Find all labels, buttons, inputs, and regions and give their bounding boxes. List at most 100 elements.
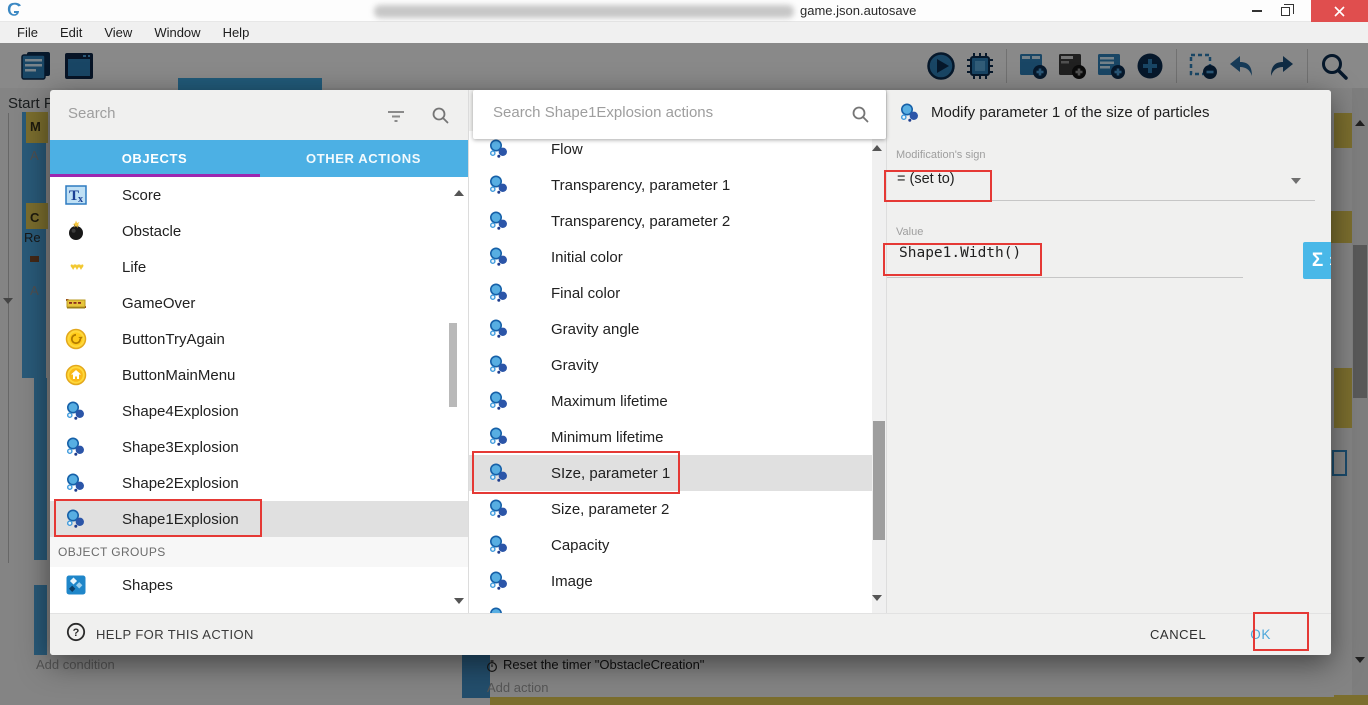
action-item-capacity[interactable]: Capacity: [469, 527, 872, 563]
action-item-transparency-parameter-1[interactable]: Transparency, parameter 1: [469, 167, 872, 203]
value-input[interactable]: Shape1.Width(): [899, 245, 1021, 261]
hearts-icon: ♥♥♥: [62, 262, 90, 273]
particles-icon: [485, 534, 513, 556]
action-item-gravity-angle[interactable]: Gravity angle: [469, 311, 872, 347]
particles-icon: [485, 246, 513, 268]
list-scroll-up-icon[interactable]: [454, 190, 464, 196]
gdevelop-logo-icon: [6, 1, 26, 21]
particles-icon: [485, 318, 513, 340]
tab-other-actions[interactable]: OTHER ACTIONS: [259, 140, 468, 177]
dialog-footer: ? HELP FOR THIS ACTION CANCEL OK: [50, 613, 1331, 655]
actions-scrollbar[interactable]: [872, 139, 886, 613]
menu-file[interactable]: File: [6, 22, 49, 43]
action-item-minimum-lifetime[interactable]: Minimum lifetime: [469, 419, 872, 455]
object-item-life[interactable]: ♥♥♥Life: [50, 249, 468, 285]
object-item-shape4explosion[interactable]: Shape4Explosion: [50, 393, 468, 429]
particles-icon: [485, 606, 513, 613]
list-scroll-down-icon[interactable]: [454, 598, 464, 604]
expression-editor-button[interactable]: Σ 123: [1303, 242, 1331, 279]
close-button[interactable]: [1311, 0, 1368, 22]
list-item-label: Shapes: [122, 577, 173, 594]
menu-view[interactable]: View: [93, 22, 143, 43]
search-icon: [430, 105, 450, 130]
svg-text:?: ?: [73, 627, 80, 639]
object-item-score[interactable]: TxScore: [50, 177, 468, 213]
object-item-shape2explosion[interactable]: Shape2Explosion: [50, 465, 468, 501]
action-item-partial[interactable]: [469, 599, 872, 613]
list-item-label: Maximum lifetime: [551, 393, 668, 410]
object-item-obstacle[interactable]: Obstacle: [50, 213, 468, 249]
menu-bar: FileEditViewWindowHelp: [0, 22, 1368, 43]
actions-panel: Flow Transparency, parameter 1 Transparenc…: [468, 90, 886, 613]
particles-icon: [485, 462, 513, 484]
particles-icon: [485, 210, 513, 232]
action-item-size-parameter-1[interactable]: SIze, parameter 1: [469, 455, 872, 491]
list-item-label: Score: [122, 187, 161, 204]
action-parameters-panel: Modify parameter 1 of the size of partic…: [886, 90, 1331, 613]
list-item-label: SIze, parameter 1: [551, 465, 670, 482]
list-scroll-down-icon[interactable]: [872, 595, 882, 601]
particles-icon: [485, 426, 513, 448]
action-editor-dialog: OBJECTS OTHER ACTIONS TxScoreObstacle♥♥♥…: [50, 90, 1331, 655]
action-item-size-parameter-2[interactable]: Size, parameter 2: [469, 491, 872, 527]
particles-icon: [485, 282, 513, 304]
particles-icon: [485, 390, 513, 412]
menu-edit[interactable]: Edit: [49, 22, 93, 43]
action-item-gravity[interactable]: Gravity: [469, 347, 872, 383]
particles-icon: [899, 102, 921, 129]
particles-icon: [62, 472, 90, 494]
help-link[interactable]: ? HELP FOR THIS ACTION: [66, 622, 254, 647]
menu-help[interactable]: Help: [212, 22, 261, 43]
objects-scrollbar-thumb[interactable]: [449, 323, 457, 407]
object-item-shape3explosion[interactable]: Shape3Explosion: [50, 429, 468, 465]
action-item-maximum-lifetime[interactable]: Maximum lifetime: [469, 383, 872, 419]
particles-icon: [62, 508, 90, 530]
particles-icon: [62, 400, 90, 422]
button-refresh-icon: [62, 328, 90, 350]
list-item-label: Obstacle: [122, 223, 181, 240]
particles-icon: [485, 174, 513, 196]
object-item-buttontryagain[interactable]: ButtonTryAgain: [50, 321, 468, 357]
actions-scrollbar-thumb[interactable]: [873, 421, 885, 540]
objects-search-input[interactable]: [66, 104, 366, 123]
list-item-label: Capacity: [551, 537, 609, 554]
tab-objects[interactable]: OBJECTS: [50, 140, 259, 177]
object-item-shape1explosion[interactable]: Shape1Explosion: [50, 501, 468, 537]
cancel-button[interactable]: CANCEL: [1150, 627, 1206, 642]
action-title: Modify parameter 1 of the size of partic…: [931, 104, 1209, 121]
object-groups-header: OBJECT GROUPS: [50, 537, 468, 567]
search-icon: [850, 104, 870, 129]
action-item-image[interactable]: Image: [469, 563, 872, 599]
group-item-shapes[interactable]: Shapes: [50, 567, 468, 603]
sign-select[interactable]: = (set to): [897, 171, 955, 187]
object-item-gameover[interactable]: GameOver: [50, 285, 468, 321]
shapes-group-icon: [62, 574, 90, 596]
bomb-icon: [62, 220, 90, 242]
actions-search-input[interactable]: [491, 103, 811, 122]
field-underline: [887, 200, 1315, 201]
list-item-label: Shape4Explosion: [122, 403, 239, 420]
ok-button[interactable]: OK: [1250, 627, 1271, 642]
list-item-label: Gravity: [551, 357, 599, 374]
action-item-initial-color[interactable]: Initial color: [469, 239, 872, 275]
title-bar: game.json.autosave: [0, 0, 1368, 22]
svg-text:x: x: [78, 194, 83, 205]
blurred-title-text: [374, 5, 794, 18]
list-item-label: Flow: [551, 141, 583, 158]
list-item-label: Gravity angle: [551, 321, 639, 338]
chevron-down-icon[interactable]: [1291, 178, 1301, 184]
value-field-label: Value: [896, 226, 923, 238]
restore-button[interactable]: [1271, 0, 1299, 22]
particles-icon: [62, 436, 90, 458]
objects-panel: OBJECTS OTHER ACTIONS TxScoreObstacle♥♥♥…: [50, 90, 468, 613]
actions-search-card: [473, 90, 886, 139]
object-item-buttonmainmenu[interactable]: ButtonMainMenu: [50, 357, 468, 393]
menu-window[interactable]: Window: [143, 22, 211, 43]
action-item-transparency-parameter-2[interactable]: Transparency, parameter 2: [469, 203, 872, 239]
list-item-label: Image: [551, 573, 593, 590]
minimize-button[interactable]: [1243, 0, 1271, 22]
filter-icon[interactable]: [386, 106, 406, 131]
list-item-label: Transparency, parameter 2: [551, 213, 730, 230]
action-item-final-color[interactable]: Final color: [469, 275, 872, 311]
list-scroll-up-icon[interactable]: [872, 145, 882, 151]
